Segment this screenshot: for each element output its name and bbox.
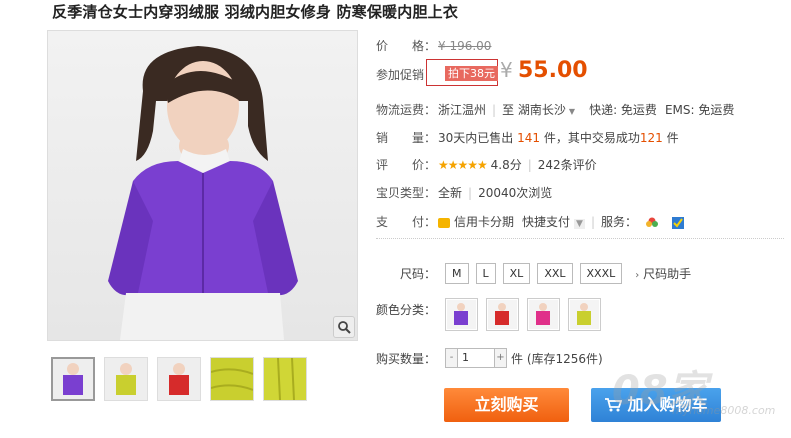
type-row: 宝贝类型： 全新 | 20040次浏览 (376, 186, 553, 200)
sales-count: 141 (517, 131, 541, 145)
sales-prefix: 30天内已售出 (438, 131, 514, 145)
sales-label: 销 量： (376, 131, 437, 145)
original-price: ¥ 196.00 (438, 39, 492, 53)
rating-label: 评 价： (376, 158, 437, 172)
ship-to-selector[interactable]: 湖南长沙 (518, 103, 566, 117)
section-divider (376, 238, 784, 239)
service-label: 服务： (601, 215, 638, 229)
quantity-label: 购买数量： (376, 352, 437, 366)
size-label: 尺码： (400, 267, 437, 281)
promo-price: 55.00 (518, 58, 588, 83)
color-option-yellow[interactable] (568, 298, 601, 331)
color-option-red[interactable] (486, 298, 519, 331)
product-title: 反季清仓女士内穿羽绒服 羽绒内胆女修身 防寒保暖内胆上衣 (52, 3, 459, 21)
stock-info: 件 (库存1256件) (511, 351, 603, 366)
zoom-button[interactable] (333, 316, 355, 338)
chevron-right-icon: › (635, 270, 640, 281)
size-helper-link[interactable]: › 尺码助手 (635, 265, 691, 282)
thumbnail-image (105, 358, 147, 400)
sales-row: 销 量： 30天内已售出 141 件，其中交易成功121 件 (376, 129, 679, 146)
size-option[interactable]: XL (502, 263, 531, 284)
size-option[interactable]: M (445, 263, 469, 284)
color-swatch-image (570, 300, 599, 329)
type-label: 宝贝类型： (376, 186, 437, 200)
guarantee-service-icon[interactable] (671, 216, 685, 230)
sales-mid: 件，其中交易成功 (543, 131, 640, 145)
credit-card-icon (438, 217, 450, 228)
watermark-url: myhome8008.com (672, 404, 776, 417)
buy-now-button[interactable]: 立刻购买 (444, 388, 569, 422)
color-option-pink[interactable] (527, 298, 560, 331)
model-photo (108, 46, 298, 340)
quantity-input[interactable]: 1 (458, 348, 494, 368)
ship-to-prefix: 至 (502, 103, 515, 117)
flower-service-icon[interactable] (645, 216, 659, 230)
color-swatch-image (488, 300, 517, 329)
thumbnail-fabric-1[interactable] (210, 357, 254, 401)
price-label: 价 格： (376, 39, 437, 53)
success-count: 121 (639, 131, 663, 145)
sales-suffix: 件 (666, 131, 679, 145)
payment-row: 支 付： 信用卡分期 快捷支付 ▼ | 服务： (376, 213, 685, 230)
color-swatch-image (529, 300, 558, 329)
thumbnail-image (211, 358, 253, 400)
express-fee: 快递: 免运费 (589, 103, 657, 117)
quantity-minus-button[interactable]: - (445, 348, 458, 368)
reviews-link[interactable]: 242条评价 (538, 158, 597, 172)
size-option[interactable]: L (475, 263, 496, 284)
magnifier-icon (338, 321, 351, 334)
view-count: 20040次浏览 (478, 186, 553, 200)
color-option-purple[interactable] (445, 298, 478, 331)
shipping-label: 物流运费： (376, 103, 437, 117)
thumbnail-image (158, 358, 200, 400)
rating-score: 4.8分 (490, 158, 522, 172)
ems-fee: EMS: 免运费 (664, 103, 735, 117)
quick-pay[interactable]: 快捷支付 (522, 215, 570, 229)
thumbnail-image (264, 358, 306, 400)
rating-row: 评 价： ★★★★★ 4.8分 | 242条评价 (376, 158, 597, 172)
main-product-image[interactable] (47, 30, 358, 341)
thumbnail-red[interactable] (157, 357, 201, 401)
color-label: 颜色分类： (376, 303, 437, 317)
size-option[interactable]: XXXL (579, 263, 623, 284)
chevron-down-icon[interactable]: ▼ (569, 107, 575, 116)
quantity-plus-button[interactable]: + (494, 348, 507, 368)
color-options (445, 298, 601, 331)
size-helper-text: 尺码助手 (643, 267, 692, 281)
thumbnail-purple[interactable] (51, 357, 95, 401)
size-option[interactable]: XXL (537, 263, 573, 284)
color-swatch-image (447, 300, 476, 329)
ship-from: 浙江温州 (438, 103, 487, 117)
credit-installment[interactable]: 信用卡分期 (454, 215, 514, 229)
currency-symbol: ¥ (500, 58, 513, 82)
thumbnail-strip (51, 357, 307, 401)
chevron-down-icon[interactable]: ▼ (574, 219, 585, 229)
shipping-row: 物流运费： 浙江温州 | 至 湖南长沙 ▼ 快递: 免运费 EMS: 免运费 (376, 103, 735, 117)
promo-tag: 拍下38元 (445, 66, 498, 81)
size-options: M L XL XXL XXXL › 尺码助手 (445, 263, 691, 284)
rating-stars-icon: ★★★★★ (438, 158, 488, 172)
quantity-stepper: - 1 + 件 (库存1256件) (445, 348, 603, 368)
condition-value: 全新 (438, 186, 463, 200)
thumbnail-yellow[interactable] (104, 357, 148, 401)
price-row: 价 格： ¥ 196.00 (376, 37, 491, 54)
thumbnail-fabric-2[interactable] (263, 357, 307, 401)
payment-label: 支 付： (376, 215, 437, 229)
thumbnail-image (53, 359, 93, 399)
